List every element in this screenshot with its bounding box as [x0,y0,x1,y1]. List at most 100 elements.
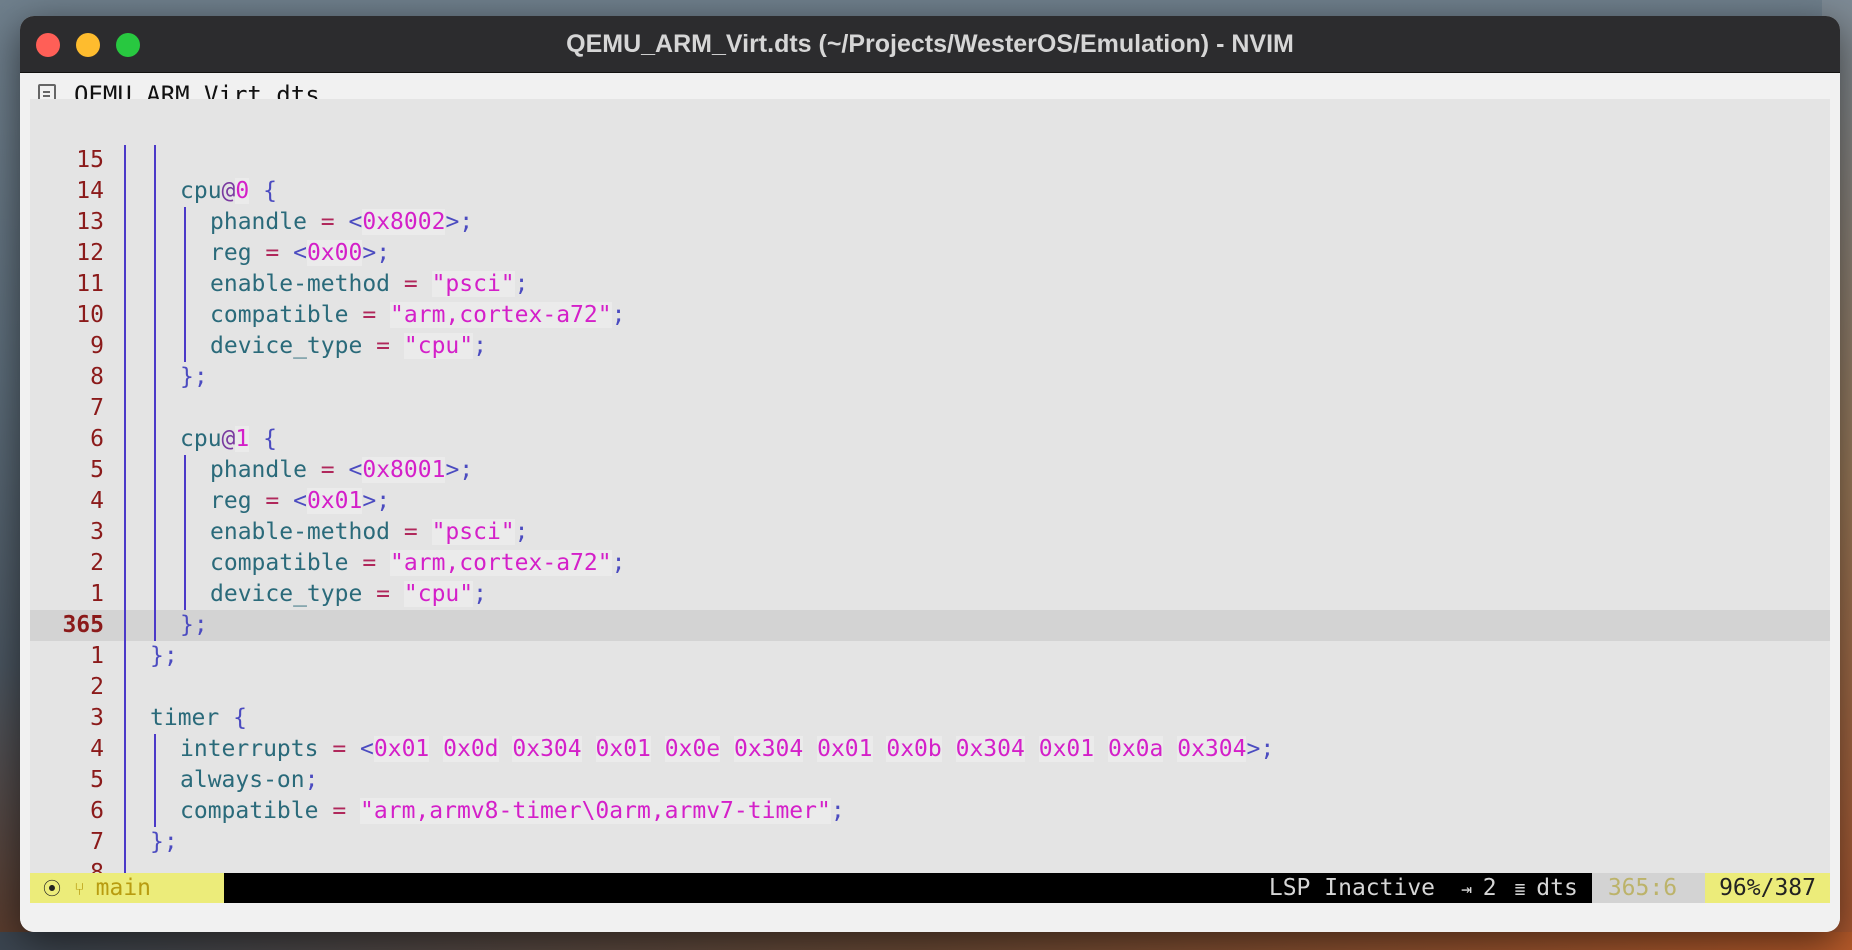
token-punct: >; [445,209,474,235]
code-line[interactable]: 6 compatible = "arm,armv8-timer\0arm,armv… [30,796,1830,827]
line-number: 2 [90,674,104,700]
code-line[interactable]: 1}; [30,641,1830,672]
indent-guide [124,610,126,641]
token-punct: ; [514,271,529,297]
token-prop: compatible [210,550,349,576]
token-num: 0x01 [817,736,873,762]
indent-guide [124,362,126,393]
code-text: enable-method = "psci"; [210,269,529,300]
code-line[interactable]: 7 [30,393,1830,424]
indent-guide [124,734,126,765]
indent-guide [154,362,156,393]
token-num: 0x01 [306,488,363,514]
desktop-background-bottom [0,932,1852,950]
indent-guide [124,486,126,517]
code-text: device_type = "cpu"; [210,579,487,610]
token-at: @ [221,426,236,452]
code-line[interactable]: 2 [30,672,1830,703]
code-text: device_type = "cpu"; [210,331,487,362]
token-punct: ; [830,798,845,824]
record-icon: ⦿ [30,873,74,903]
code-text: always-on; [180,765,318,796]
code-line[interactable]: 3 timer { [30,703,1830,734]
code-text: }; [180,610,208,641]
code-line[interactable]: 5 phandle = <0x8001>; [30,455,1830,486]
line-number: 9 [90,333,104,359]
indent-guide [154,734,156,765]
indent-guide [154,207,156,238]
code-line[interactable]: 15 [30,145,1830,176]
code-line[interactable]: 4 reg = <0x01>; [30,486,1830,517]
indent-guide [184,331,186,362]
indent-guide [124,703,126,734]
filetype-status: ≣ dts [1515,873,1592,903]
token-op: = [362,581,404,607]
indent-guide [154,548,156,579]
token-punct: }; [150,829,178,855]
line-number: 1 [90,581,104,607]
token-num: 0x304 [734,736,804,762]
indent-guide [124,424,126,455]
line-number: 8 [90,364,104,390]
code-line[interactable]: 8}; [30,362,1830,393]
token-punct: }; [180,364,208,390]
lsp-status: LSP Inactive [1268,875,1436,901]
token-punct [582,736,596,762]
code-text: timer { [150,703,247,734]
token-num: 0x0d [443,736,499,762]
token-punct: < [360,736,374,762]
code-line[interactable]: 6 cpu@1 { [30,424,1830,455]
indent-guide [154,796,156,827]
line-number: 6 [90,798,104,824]
code-line[interactable]: 11 enable-method = "psci"; [30,269,1830,300]
code-line[interactable]: 7}; [30,827,1830,858]
indent-guide [124,269,126,300]
token-punct: < [293,240,307,266]
line-number: 2 [90,550,104,576]
code-line[interactable]: 10 compatible = "arm,cortex-a72"; [30,300,1830,331]
indent-guide [184,269,186,300]
window-title: QEMU_ARM_Virt.dts (~/Projects/WesterOS/E… [566,30,1294,58]
token-op: = [306,209,349,235]
code-line[interactable]: 2 compatible = "arm,cortex-a72"; [30,548,1830,579]
code-line[interactable]: 365}; [30,610,1830,641]
line-number: 4 [90,488,104,514]
code-line[interactable]: 3 enable-method = "psci"; [30,517,1830,548]
indent-guide [184,455,186,486]
code-line[interactable]: 12 reg = <0x00>; [30,238,1830,269]
indent-guide [124,176,126,207]
code-line[interactable]: 14 cpu@0 { [30,176,1830,207]
token-at: @ [221,178,236,204]
token-punct: >; [362,488,391,514]
token-punct [803,736,817,762]
code-line[interactable]: 5 always-on; [30,765,1830,796]
title-bar[interactable]: QEMU_ARM_Virt.dts (~/Projects/WesterOS/E… [20,16,1840,73]
indent-guide [124,331,126,362]
token-num: 0x01 [1038,736,1095,762]
editor-area[interactable]: QEMU_ARM_Virt.dts 15 14 cpu@0 {13 phandle =… [20,73,1840,932]
indent-guide [184,300,186,331]
token-op: = [318,798,361,824]
git-branch-icon: ⑂ [74,879,96,900]
code-text: phandle = <0x8001>; [210,455,473,486]
code-line[interactable]: 4 interrupts = <0x01 0x0d 0x304 0x01 0x0e… [30,734,1830,765]
indent-guide [154,517,156,548]
token-str: "psci" [431,519,515,545]
indent-guide [124,455,126,486]
indent-guide [124,672,126,703]
line-number: 5 [90,767,104,793]
code-line[interactable]: 9 device_type = "cpu"; [30,331,1830,362]
indent-guide [124,827,126,858]
code-text: compatible = "arm,cortex-a72"; [210,548,625,579]
token-prop: device_type [210,333,363,359]
code-lines[interactable]: 15 14 cpu@0 {13 phandle = <0x8002>; 12 reg = … [30,145,1830,889]
indent-guide [154,176,156,207]
code-line[interactable]: 13 phandle = <0x8002>; [30,207,1830,238]
code-line[interactable]: 1 device_type = "cpu"; [30,579,1830,610]
token-punct: }; [180,612,208,638]
token-node: cpu [180,178,222,204]
buffer-pane[interactable]: 15 14 cpu@0 {13 phandle = <0x8002>; 12 reg = … [30,99,1830,894]
code-text: interrupts = <0x01 0x0d 0x304 0x01 0x0e … [180,734,1274,765]
token-punct: >; [1246,736,1275,762]
indent-guide [154,424,156,455]
